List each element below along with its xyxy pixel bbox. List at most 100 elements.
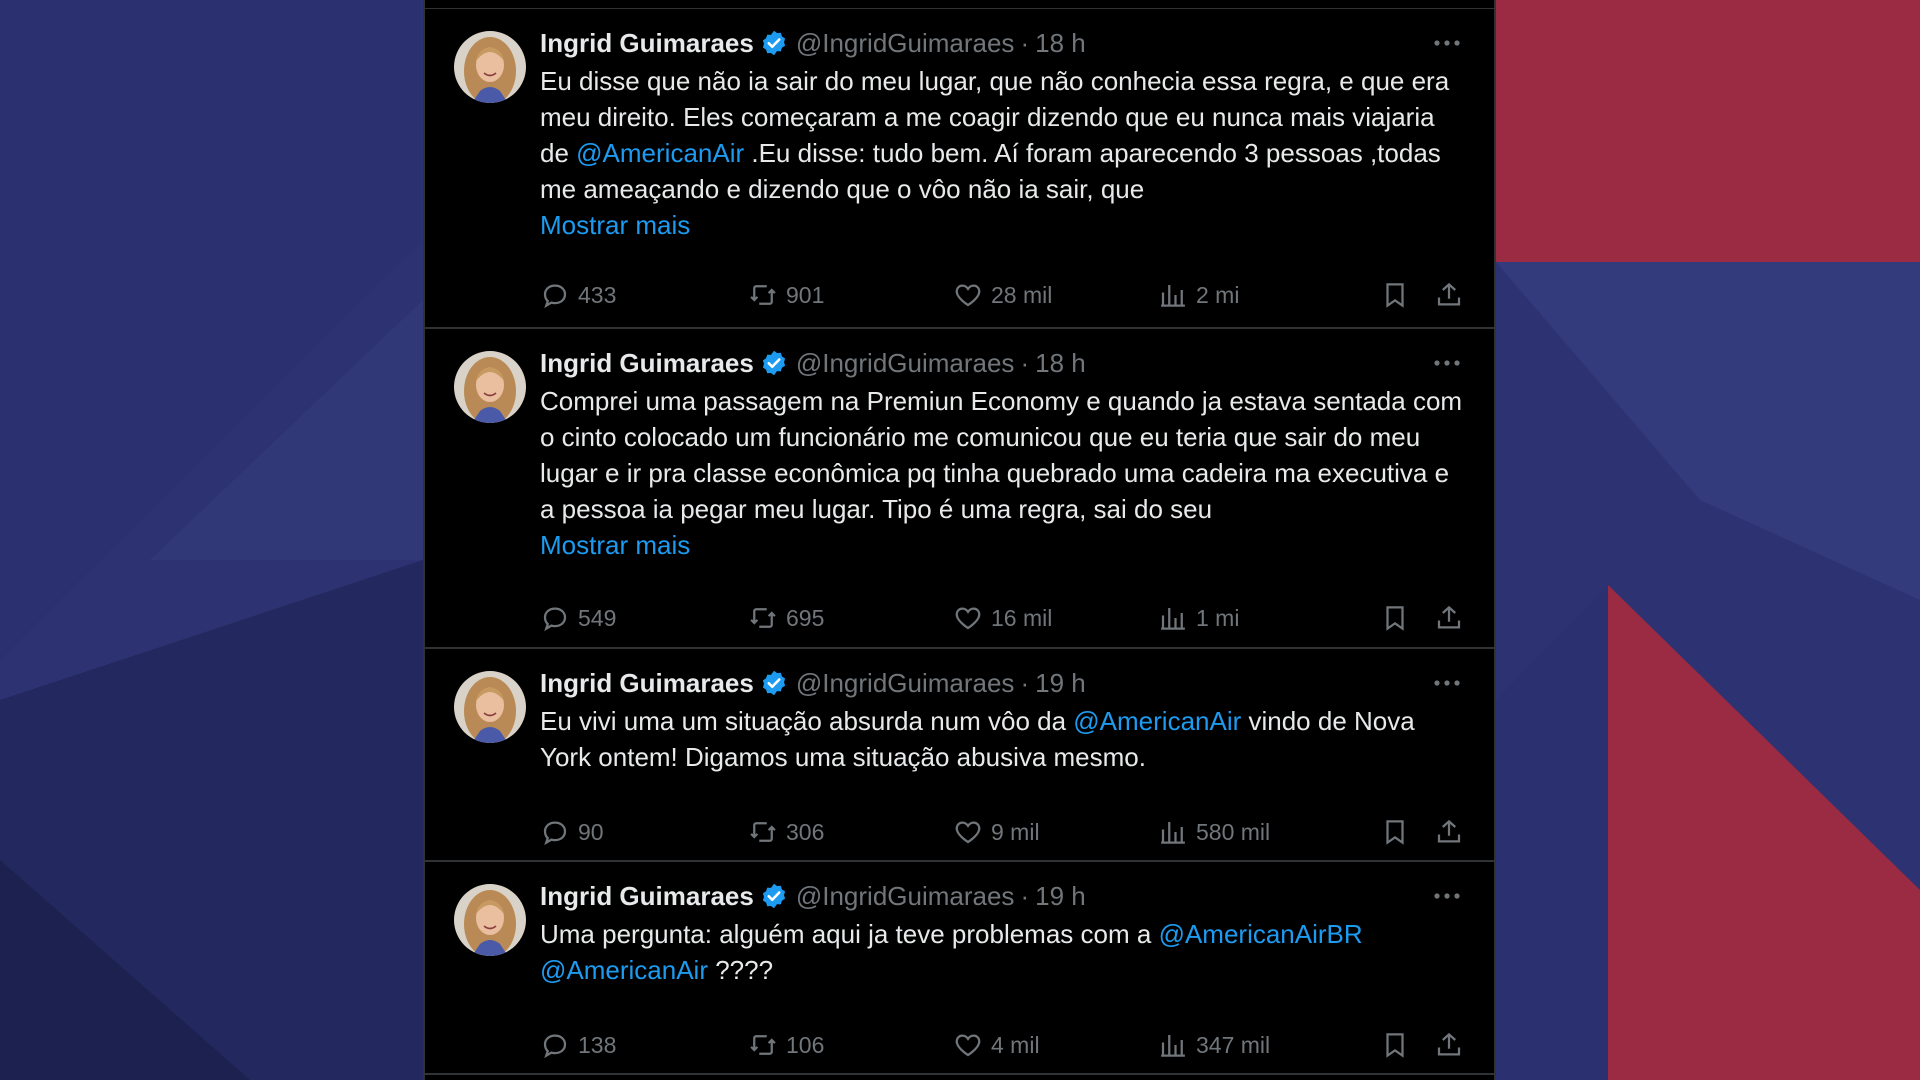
tweet-actions: 90 306 9 mil 580 mil [540, 814, 1464, 850]
avatar[interactable] [454, 351, 526, 423]
tweet[interactable]: Ingrid Guimaraes @IngridGuimaraes · 19 h… [425, 649, 1494, 862]
bookmark-button[interactable] [1380, 600, 1410, 636]
show-more-link[interactable]: Mostrar mais [540, 527, 1464, 563]
retweet-button[interactable]: 106 [748, 1027, 824, 1063]
tweet-time[interactable]: 18 h [1035, 28, 1086, 59]
tweet-content: Ingrid Guimaraes @IngridGuimaraes · 19 h… [540, 663, 1464, 775]
like-count: 4 mil [991, 1031, 1040, 1058]
views-button[interactable]: 580 mil [1158, 814, 1270, 850]
share-icon [1437, 282, 1461, 306]
bookmark-button[interactable] [1380, 1027, 1410, 1063]
like-count: 28 mil [991, 281, 1053, 308]
more-options-icon[interactable] [1432, 37, 1462, 49]
tweet-text-segment [1363, 919, 1370, 949]
views-button[interactable]: 347 mil [1158, 1027, 1270, 1063]
author-handle[interactable]: @IngridGuimaraes [796, 348, 1015, 379]
tweet-time[interactable]: 19 h [1035, 881, 1086, 912]
retweet-button[interactable]: 901 [748, 277, 824, 313]
like-button[interactable]: 28 mil [953, 277, 1052, 313]
share-button[interactable] [1434, 277, 1464, 313]
reply-count: 138 [578, 1031, 617, 1058]
avatar[interactable] [454, 884, 526, 956]
author-name[interactable]: Ingrid Guimaraes [540, 668, 754, 699]
views-button[interactable]: 2 mi [1158, 277, 1239, 313]
share-button[interactable] [1434, 600, 1464, 636]
dot-separator: · [1020, 347, 1030, 378]
avatar[interactable] [454, 31, 526, 103]
dot-separator: · [1020, 27, 1030, 58]
bookmark-button[interactable] [1380, 814, 1410, 850]
view-count: 580 mil [1196, 818, 1271, 845]
author-name[interactable]: Ingrid Guimaraes [540, 28, 754, 59]
reply-icon [543, 821, 567, 846]
tweet-text-segment: Eu vivi uma um situação absurda num vôo … [540, 706, 1074, 736]
retweet-button[interactable]: 306 [748, 814, 824, 850]
reply-icon [543, 284, 567, 309]
tweet-list: Ingrid Guimaraes @IngridGuimaraes · 18 h… [425, 9, 1494, 1075]
bookmark-icon [1386, 606, 1404, 631]
reply-count: 433 [578, 281, 617, 308]
author-handle[interactable]: @IngridGuimaraes [796, 881, 1015, 912]
retweet-icon [750, 285, 776, 305]
tweet-text-segment: Uma pergunta: alguém aqui ja teve proble… [540, 919, 1159, 949]
view-count: 1 mi [1196, 604, 1240, 631]
reply-button[interactable]: 90 [540, 814, 604, 850]
tweet[interactable]: Ingrid Guimaraes @IngridGuimaraes · 18 h… [425, 329, 1494, 649]
views-chart-icon [1161, 608, 1185, 630]
heart-icon [955, 284, 981, 307]
reply-count: 90 [578, 818, 604, 845]
verified-badge-icon [762, 350, 785, 376]
avatar[interactable] [454, 671, 526, 743]
tweet-content: Ingrid Guimaraes @IngridGuimaraes · 18 h… [540, 343, 1464, 563]
views-button[interactable]: 1 mi [1158, 600, 1239, 636]
tweet[interactable]: Ingrid Guimaraes @IngridGuimaraes · 19 h… [425, 862, 1494, 1075]
views-chart-icon [1161, 1035, 1185, 1057]
show-more-link[interactable]: Mostrar mais [540, 207, 1464, 243]
share-icon [1437, 1032, 1461, 1056]
retweet-count: 695 [786, 604, 825, 631]
like-button[interactable]: 16 mil [953, 600, 1052, 636]
retweet-count: 306 [786, 818, 825, 845]
retweet-icon [750, 1035, 776, 1055]
tweet-text: Eu vivi uma um situação absurda num vôo … [540, 703, 1464, 775]
reply-button[interactable]: 138 [540, 1027, 616, 1063]
mention-link[interactable]: @AmericanAir [1073, 706, 1241, 736]
share-button[interactable] [1434, 1027, 1464, 1063]
tweet-time[interactable]: 19 h [1035, 668, 1086, 699]
views-chart-icon [1161, 285, 1185, 307]
author-handle[interactable]: @IngridGuimaraes [796, 668, 1015, 699]
mention-link[interactable]: @AmericanAirBR [1159, 919, 1363, 949]
reply-button[interactable]: 433 [540, 277, 616, 313]
bookmark-button[interactable] [1380, 277, 1410, 313]
reply-count: 549 [578, 604, 617, 631]
mention-link[interactable]: @AmericanAir [576, 138, 744, 168]
view-count: 347 mil [1196, 1031, 1271, 1058]
reply-button[interactable]: 549 [540, 600, 616, 636]
mention-link[interactable]: @AmericanAir [540, 955, 708, 985]
retweet-count: 901 [786, 281, 825, 308]
heart-icon [955, 607, 981, 630]
tweet-actions: 549 695 16 mil 1 mi [540, 600, 1464, 636]
more-options-icon[interactable] [1432, 890, 1462, 902]
more-options-icon[interactable] [1432, 677, 1462, 689]
author-name[interactable]: Ingrid Guimaraes [540, 881, 754, 912]
tweet-header: Ingrid Guimaraes @IngridGuimaraes · 18 h [540, 343, 1464, 383]
tweet[interactable]: Ingrid Guimaraes @IngridGuimaraes · 18 h… [425, 9, 1494, 329]
verified-badge-icon [762, 30, 785, 56]
verified-badge-icon [762, 670, 785, 696]
views-chart-icon [1161, 822, 1185, 844]
share-button[interactable] [1434, 814, 1464, 850]
avatar-image [454, 31, 526, 103]
avatar-image [454, 351, 526, 423]
like-count: 9 mil [991, 818, 1040, 845]
like-button[interactable]: 9 mil [953, 814, 1040, 850]
retweet-button[interactable]: 695 [748, 600, 824, 636]
author-handle[interactable]: @IngridGuimaraes [796, 28, 1015, 59]
tweet-time[interactable]: 18 h [1035, 348, 1086, 379]
tweet-content: Ingrid Guimaraes @IngridGuimaraes · 19 h… [540, 876, 1464, 988]
retweet-icon [750, 608, 776, 628]
tweet-text: Eu disse que não ia sair do meu lugar, q… [540, 63, 1464, 207]
more-options-icon[interactable] [1432, 357, 1462, 369]
author-name[interactable]: Ingrid Guimaraes [540, 348, 754, 379]
like-button[interactable]: 4 mil [953, 1027, 1040, 1063]
